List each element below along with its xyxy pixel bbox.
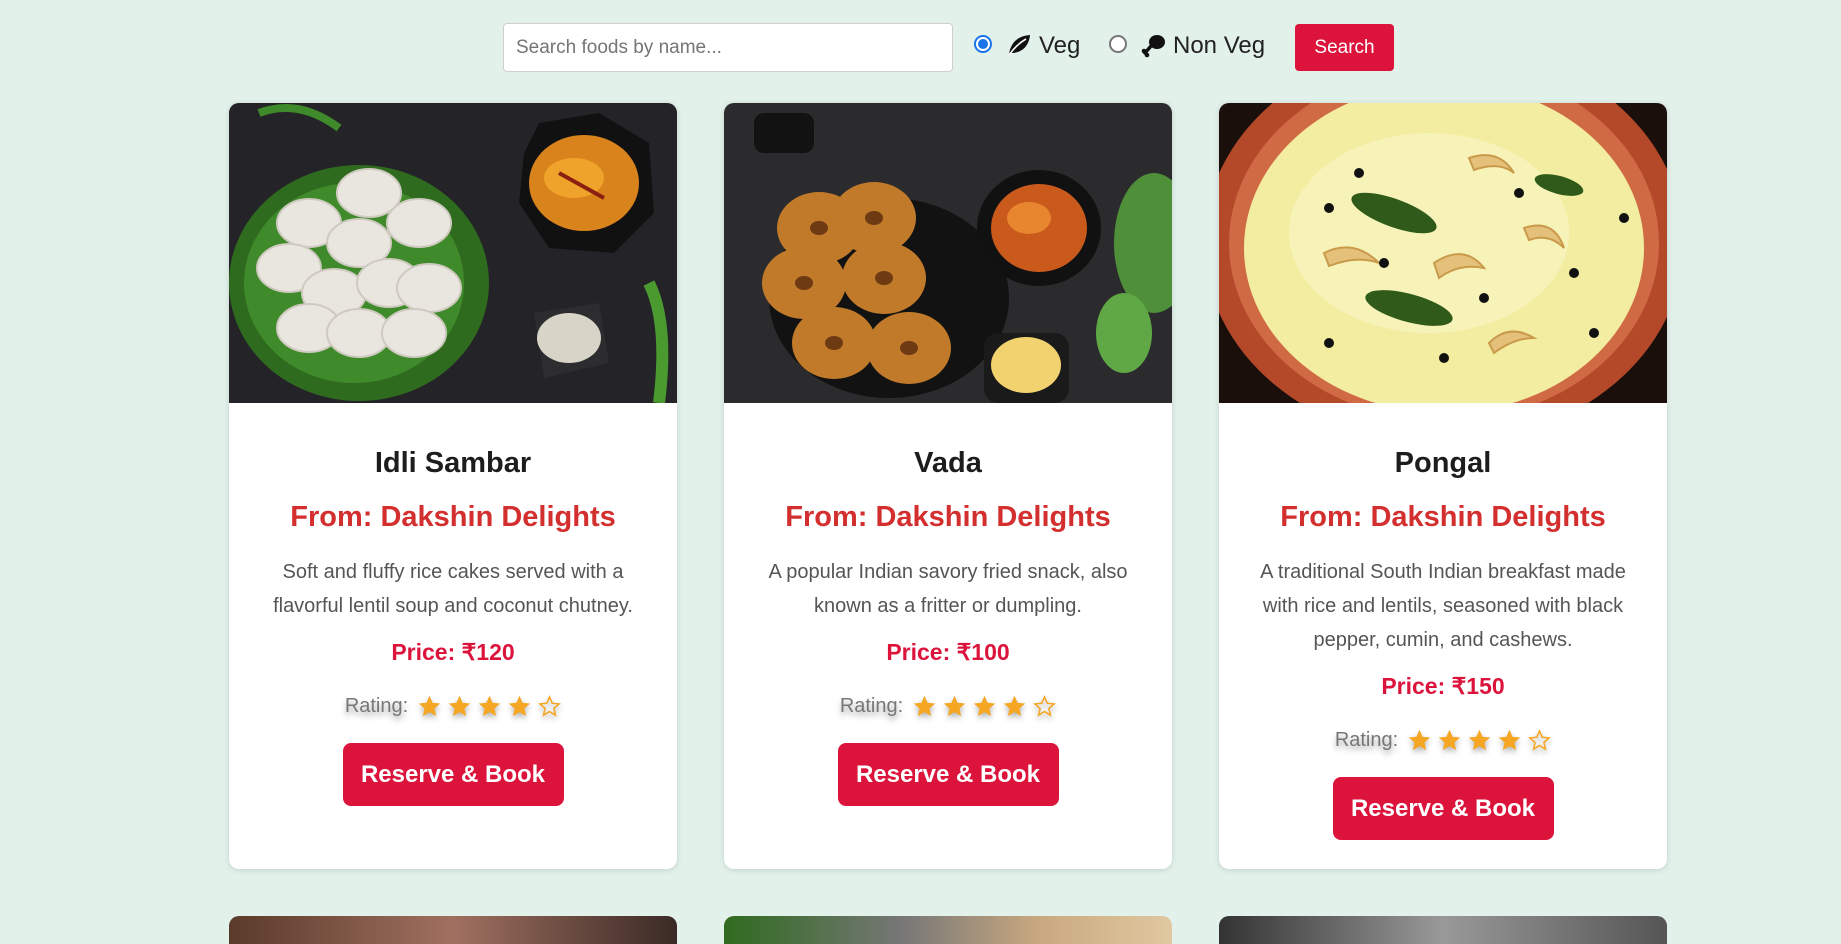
pongal-photo: [1219, 103, 1667, 403]
star-empty-icon: [1033, 694, 1057, 717]
rating: Rating:: [724, 691, 1172, 721]
star-filled-icon: [1468, 729, 1491, 750]
star-rating: [418, 694, 562, 718]
food-price: Price: ₹100: [886, 639, 1010, 665]
star-empty-icon: [1528, 728, 1552, 751]
star-filled-icon: [448, 695, 471, 716]
reserve-book-button[interactable]: Reserve & Book: [1332, 777, 1554, 840]
chicken-leg-icon: [1141, 35, 1165, 58]
restaurant-name: From: Dakshin Delights: [290, 501, 616, 533]
food-card: Pongal From: Dakshin Delights A traditio…: [1219, 103, 1667, 869]
rating: Rating:: [229, 691, 677, 721]
star-filled-icon: [1408, 729, 1431, 750]
food-description: A popular Indian savory fried snack, als…: [768, 561, 1128, 617]
search-button[interactable]: Search: [1295, 24, 1394, 71]
food-description: A traditional South Indian breakfast mad…: [1260, 561, 1626, 651]
star-filled-icon: [913, 695, 936, 716]
search-bar: Veg Non Veg Search: [0, 0, 1841, 94]
food-title: Pongal: [1394, 447, 1492, 479]
food-card: Idli Sambar From: Dakshin Delights Soft …: [229, 103, 677, 869]
star-rating: [1408, 728, 1552, 752]
star-filled-icon: [508, 695, 531, 716]
veg-label: Veg: [1039, 32, 1081, 59]
star-filled-icon: [1003, 695, 1026, 716]
restaurant-name: From: Dakshin Delights: [1280, 501, 1606, 533]
star-filled-icon: [1498, 729, 1521, 750]
food-price: Price: ₹150: [1381, 673, 1505, 699]
food-description: Soft and fluffy rice cakes served with a…: [273, 561, 633, 617]
non-veg-radio[interactable]: [1109, 35, 1127, 53]
idli-sambar-photo: [229, 103, 677, 403]
leaf-icon: [1008, 35, 1030, 56]
food-title: Vada: [914, 447, 982, 479]
food-title: Idli Sambar: [374, 447, 532, 479]
reserve-book-button[interactable]: Reserve & Book: [837, 743, 1059, 806]
star-rating: [913, 694, 1057, 718]
reserve-book-button[interactable]: Reserve & Book: [342, 743, 564, 806]
star-filled-icon: [418, 695, 441, 716]
non-veg-label: Non Veg: [1173, 32, 1266, 59]
star-filled-icon: [1438, 729, 1461, 750]
star-filled-icon: [943, 695, 966, 716]
star-filled-icon: [973, 695, 996, 716]
star-filled-icon: [478, 695, 501, 716]
rating-label: Rating:: [839, 694, 904, 717]
vada-photo: [724, 103, 1172, 403]
veg-radio[interactable]: [974, 35, 992, 53]
food-card: Vada From: Dakshin Delights A popular In…: [724, 103, 1172, 869]
star-empty-icon: [538, 694, 562, 717]
food-card-image-partial: [724, 916, 1172, 944]
food-card-image-partial: [1219, 916, 1667, 944]
rating: Rating:: [1219, 725, 1667, 755]
rating-label: Rating:: [344, 694, 409, 717]
search-input[interactable]: [503, 23, 953, 72]
food-price: Price: ₹120: [391, 639, 515, 665]
food-card-image-partial: [229, 916, 677, 944]
restaurant-name: From: Dakshin Delights: [785, 501, 1111, 533]
rating-label: Rating:: [1334, 728, 1399, 751]
